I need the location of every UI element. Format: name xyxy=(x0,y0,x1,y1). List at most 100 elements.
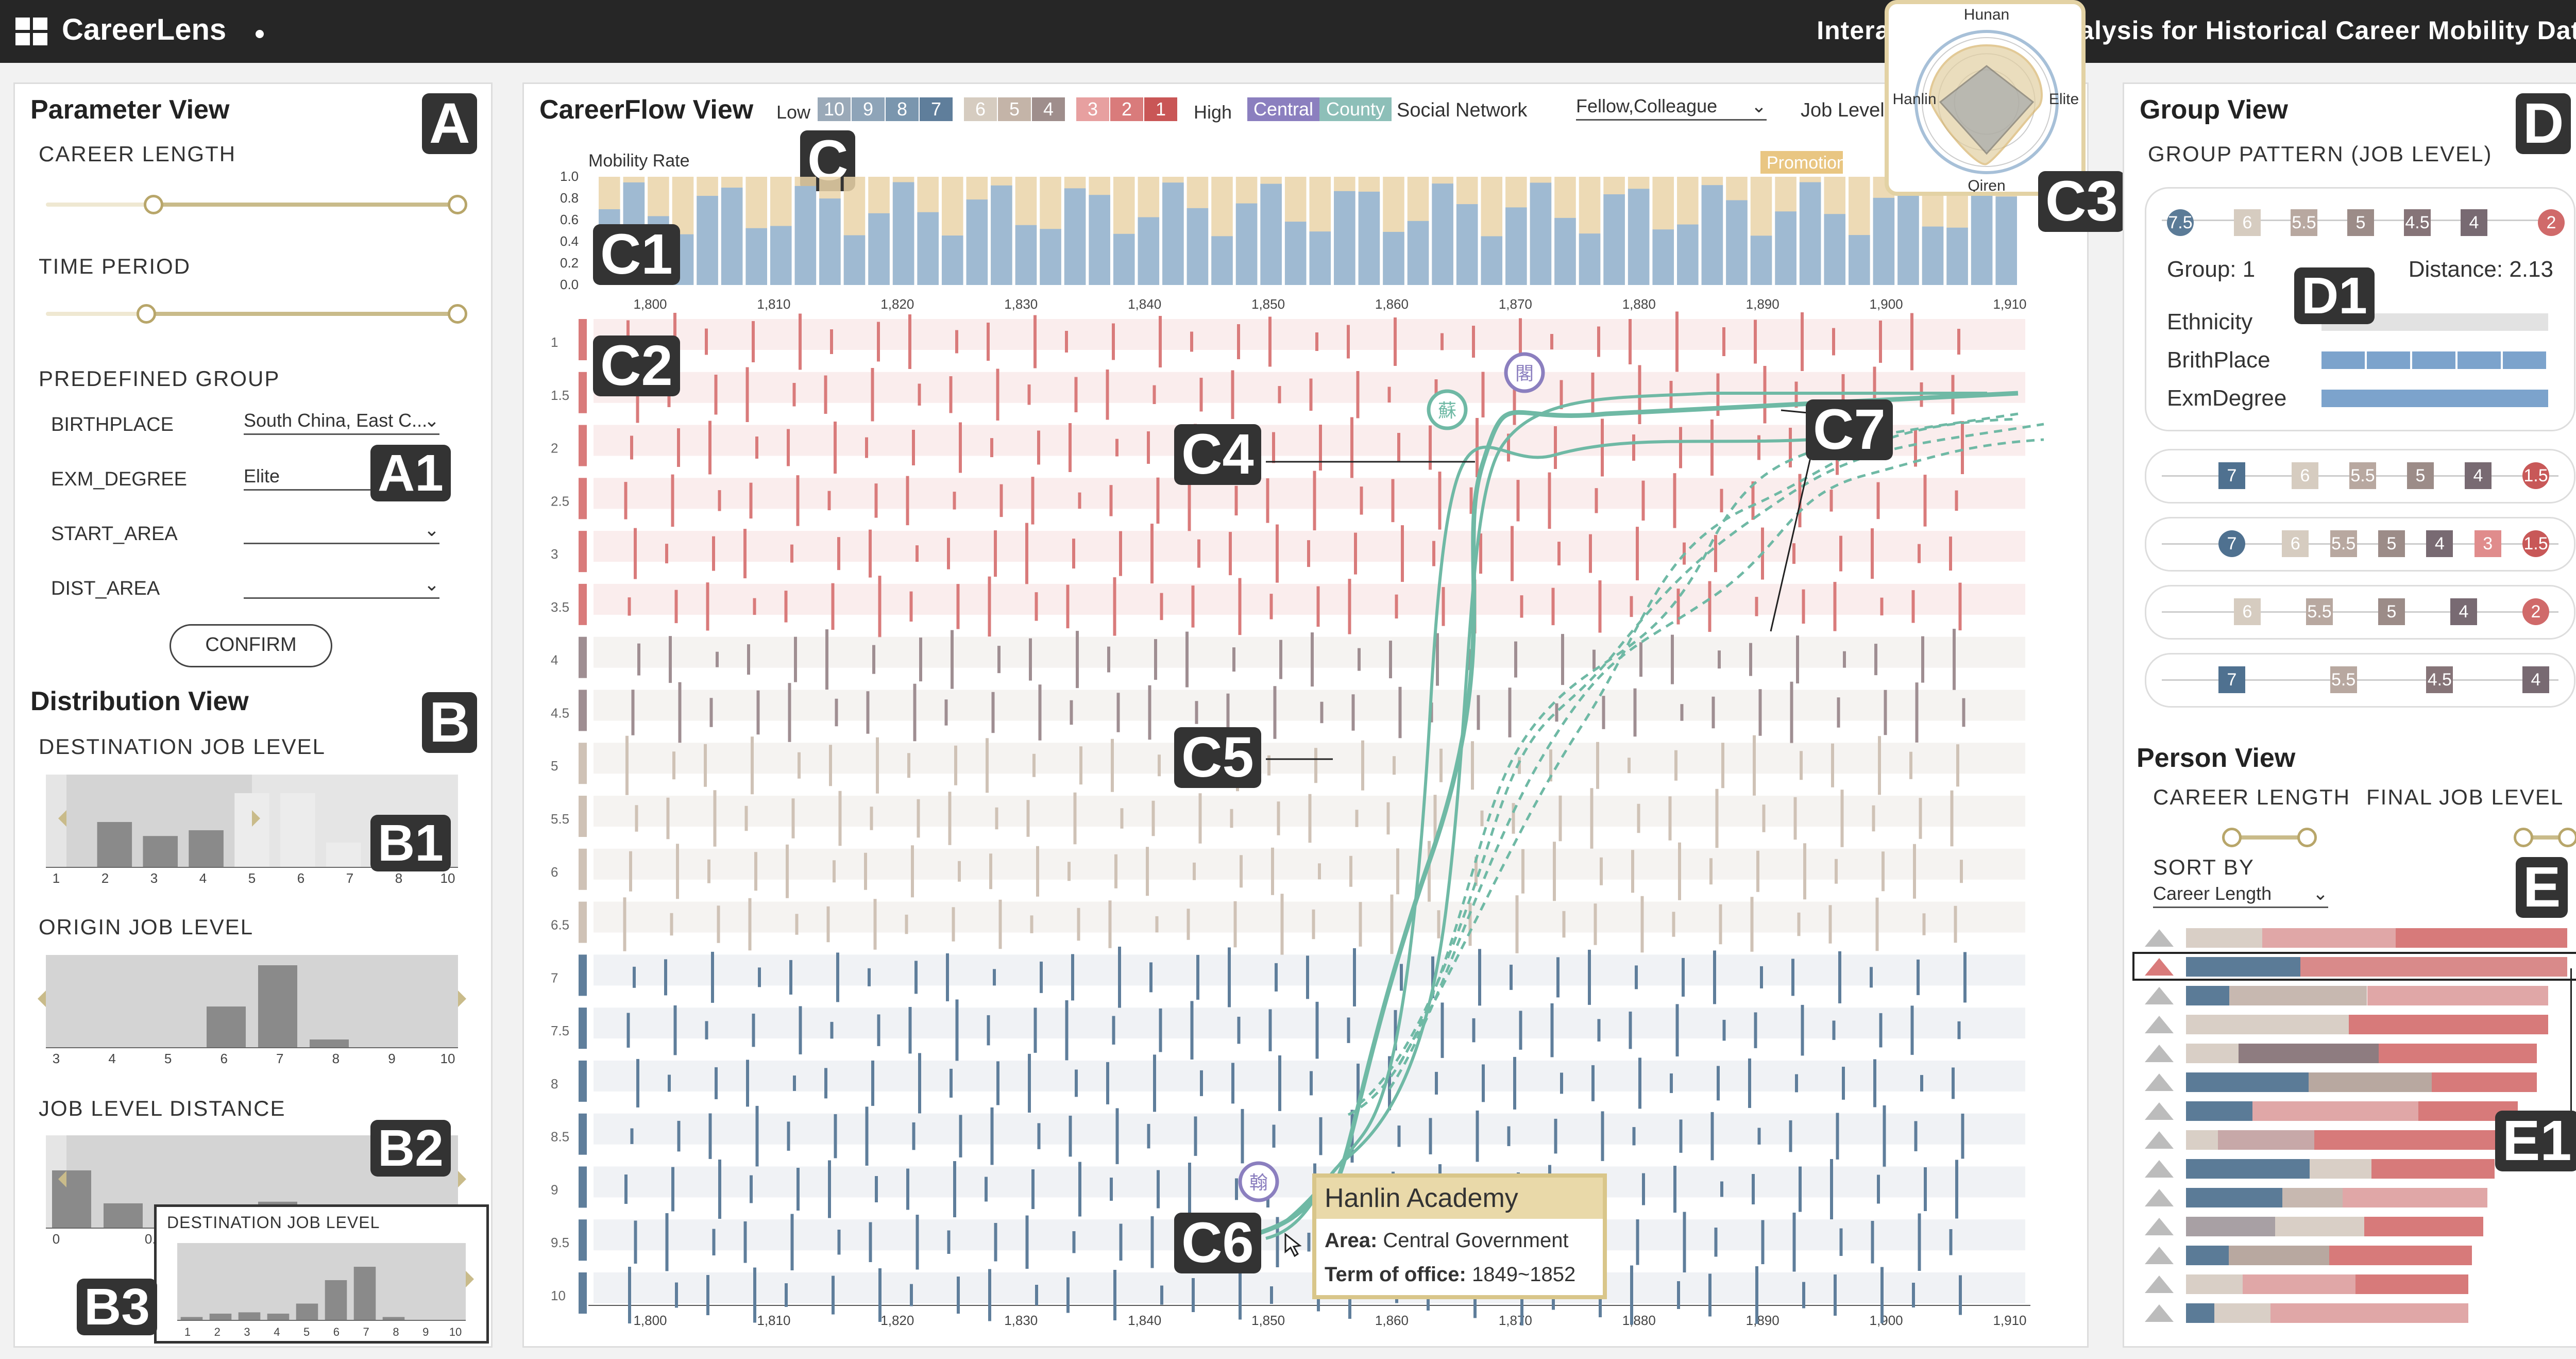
popup-histogram[interactable]: 1 2 3 4 5 6 7 8 9 10 xyxy=(167,1238,476,1341)
c5-badge: C5 xyxy=(1174,727,1261,788)
confirm-button[interactable]: CONFIRM xyxy=(170,624,332,667)
career-length-min-handle[interactable] xyxy=(144,195,163,214)
person-career-length-min-handle[interactable] xyxy=(2222,828,2242,847)
person-row[interactable] xyxy=(2134,1041,2576,1065)
person-career-segment xyxy=(2355,1274,2468,1294)
person-icon[interactable] xyxy=(2145,1045,2174,1062)
level-tick: 9.5 xyxy=(551,1235,569,1250)
dist-area-select[interactable]: ⌄ xyxy=(244,574,439,599)
time-period-max-handle[interactable] xyxy=(448,304,467,324)
career-length-max-handle[interactable] xyxy=(448,195,467,214)
mobility-bar-stay xyxy=(770,226,792,285)
histogram-bar xyxy=(325,1280,347,1320)
job-level-square: 5 xyxy=(2378,530,2405,557)
time-period-slider[interactable] xyxy=(46,304,467,324)
histogram-tick: 3 xyxy=(53,1051,60,1066)
mobility-tick: 0.4 xyxy=(560,233,579,249)
person-icon[interactable] xyxy=(2145,1304,2174,1322)
group-row[interactable]: 7 5.5 4.5 4 xyxy=(2145,653,2575,708)
career-length-slider[interactable] xyxy=(46,195,467,214)
exm-degree-value: Elite xyxy=(244,465,280,486)
group-row[interactable]: 6 5.5 5 4 2 xyxy=(2145,585,2575,640)
position-node-label: 翰 xyxy=(1249,1172,1268,1194)
mobility-bar-stay xyxy=(1260,183,1282,285)
histogram-bar xyxy=(143,836,178,867)
person-career-segment xyxy=(2309,1072,2432,1092)
person-row[interactable] xyxy=(2134,983,2576,1008)
level-band xyxy=(594,636,2025,668)
person-row[interactable] xyxy=(2134,1271,2576,1296)
x-tick-bottom: 1,900 xyxy=(1870,1313,1903,1328)
person-final-level-max-handle[interactable] xyxy=(2558,828,2576,847)
exm-degree-label: EXM_DEGREE xyxy=(51,468,187,490)
level-band xyxy=(594,954,2025,986)
tooltip-title: Hanlin Academy xyxy=(1316,1178,1603,1219)
person-icon[interactable] xyxy=(2145,1276,2174,1293)
mobility-bar-stay xyxy=(1284,222,1307,285)
person-icon[interactable] xyxy=(2145,1016,2174,1033)
person-icon[interactable] xyxy=(2145,1160,2174,1178)
person-row[interactable] xyxy=(2134,1069,2576,1094)
person-row[interactable] xyxy=(2134,1300,2576,1325)
x-tick-bottom: 1,850 xyxy=(1251,1313,1285,1328)
mobility-bar-stay xyxy=(1677,224,1699,285)
mobility-tick: 0.2 xyxy=(560,255,579,271)
position-tooltip: Hanlin Academy Area: Central Government … xyxy=(1312,1173,1607,1299)
person-career-segment xyxy=(2371,1159,2495,1179)
level-band xyxy=(594,319,2025,350)
dist-area-label: DIST_AREA xyxy=(51,578,160,599)
group-pattern-label: GROUP PATTERN (JOB LEVEL) xyxy=(2148,142,2493,166)
sort-select[interactable]: Career Length ⌄ xyxy=(2153,883,2328,908)
person-icon[interactable] xyxy=(2145,987,2174,1004)
person-row[interactable] xyxy=(2134,1214,2576,1238)
person-row-selected[interactable] xyxy=(2132,952,2576,981)
job-level-square: 5 xyxy=(2378,598,2405,625)
distance-label: JOB LEVEL DISTANCE xyxy=(39,1096,286,1120)
mobility-bar-stay xyxy=(1309,231,1331,285)
c7-badge: C7 xyxy=(1806,399,1893,460)
person-row[interactable] xyxy=(2134,1012,2576,1036)
person-final-level-slider[interactable] xyxy=(2514,828,2576,847)
mobility-bar-stay xyxy=(1726,200,1748,285)
person-row[interactable] xyxy=(2134,1243,2576,1267)
birthplace-select[interactable]: South China, East C... ⌄ xyxy=(244,410,439,435)
radar-chart: Hunan Elite Qiren Hanlin xyxy=(1892,6,2079,192)
person-career-length-slider[interactable] xyxy=(2222,828,2317,847)
person-row[interactable] xyxy=(2134,925,2576,950)
person-final-level-min-handle[interactable] xyxy=(2514,828,2533,847)
person-icon[interactable] xyxy=(2145,1189,2174,1206)
job-level-square: 4 xyxy=(2522,666,2549,693)
group-row[interactable]: 7 6 5.5 5 4 3 1.5 xyxy=(2145,517,2575,572)
person-icon[interactable] xyxy=(2145,1247,2174,1264)
person-icon[interactable] xyxy=(2145,1073,2174,1091)
person-career-segment xyxy=(2229,986,2367,1005)
careerflow-chart[interactable]: Mobility Rate 1.0 0.8 0.6 0.4 0.2 0.0 Promotion… xyxy=(524,84,2087,1346)
x-tick-bottom: 1,910 xyxy=(1993,1313,2026,1328)
person-career-segment xyxy=(2342,1188,2487,1207)
person-icon[interactable] xyxy=(2145,958,2174,976)
person-career-length-max-handle[interactable] xyxy=(2297,828,2317,847)
mobility-bar-stay xyxy=(1211,236,1233,285)
mobility-bar-stay xyxy=(1628,189,1650,285)
job-level-circle: 1.5 xyxy=(2522,530,2549,557)
histogram-bar xyxy=(267,1314,290,1320)
level-band xyxy=(594,690,2025,721)
person-icon[interactable] xyxy=(2145,1218,2174,1235)
person-career-segment xyxy=(2229,1246,2329,1265)
job-level-square: 4 xyxy=(2461,209,2487,236)
person-icon[interactable] xyxy=(2145,1131,2174,1149)
person-icon[interactable] xyxy=(2145,929,2174,947)
group-row[interactable]: 7 6 5.5 5 4 1.5 xyxy=(2145,449,2575,504)
origin-job-level-histogram[interactable]: 3 4 5 6 7 8 9 10 xyxy=(36,950,468,1068)
person-icon[interactable] xyxy=(2145,1102,2174,1120)
person-row[interactable] xyxy=(2134,1185,2576,1210)
histogram-tick: 9 xyxy=(388,1051,395,1066)
level-axis-badge: C2 xyxy=(593,335,680,396)
x-tick-top: 1,890 xyxy=(1746,296,1780,312)
level-tick: 3.5 xyxy=(551,599,569,615)
start-area-select[interactable]: ⌄ xyxy=(244,519,439,544)
mobility-bar-stay xyxy=(1064,188,1086,285)
histogram-bar xyxy=(238,1312,261,1320)
histogram-selection xyxy=(46,955,458,1048)
time-period-min-handle[interactable] xyxy=(137,304,156,324)
